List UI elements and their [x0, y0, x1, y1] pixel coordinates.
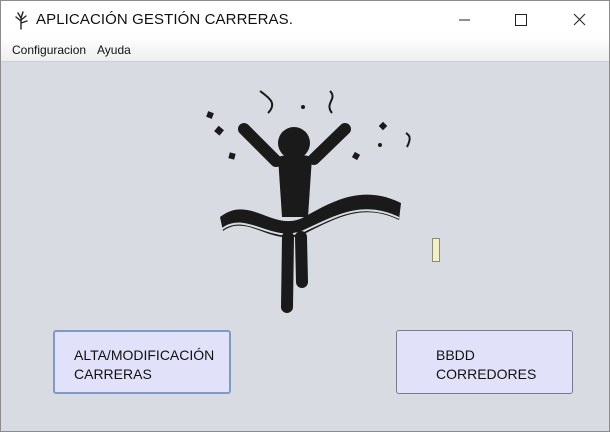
maximize-button[interactable]	[490, 1, 550, 39]
close-button[interactable]	[549, 1, 609, 39]
app-window: APLICACIÓN GESTIÓN CARRERAS. Configuraci…	[0, 0, 610, 432]
bbdd-corredores-button[interactable]: BBDD CORREDORES	[396, 330, 573, 394]
close-icon	[573, 13, 586, 26]
alta-modificacion-carreras-button[interactable]: ALTA/MODIFICACIÓN CARRERAS	[53, 330, 231, 394]
status-indicator	[432, 238, 440, 262]
maximize-icon	[515, 14, 527, 26]
runner-finish-line-icon	[206, 90, 411, 313]
main-panel: ALTA/MODIFICACIÓN CARRERAS BBDD CORREDOR…	[1, 62, 609, 431]
app-tree-icon	[15, 11, 28, 30]
window-title: APLICACIÓN GESTIÓN CARRERAS.	[36, 11, 294, 28]
button-label-line-1: ALTA/MODIFICACIÓN	[74, 347, 215, 363]
minimize-button[interactable]	[434, 1, 494, 39]
button-label-line-2: CARRERAS	[74, 366, 152, 382]
title-bar[interactable]: APLICACIÓN GESTIÓN CARRERAS.	[1, 1, 609, 39]
menu-bar: Configuracion Ayuda	[1, 39, 609, 62]
menu-configuracion[interactable]: Configuracion	[12, 43, 86, 57]
button-label-line-2: CORREDORES	[436, 366, 537, 382]
menu-ayuda[interactable]: Ayuda	[97, 43, 131, 57]
button-label-line-1: BBDD	[436, 347, 475, 363]
minimize-icon	[459, 19, 470, 21]
